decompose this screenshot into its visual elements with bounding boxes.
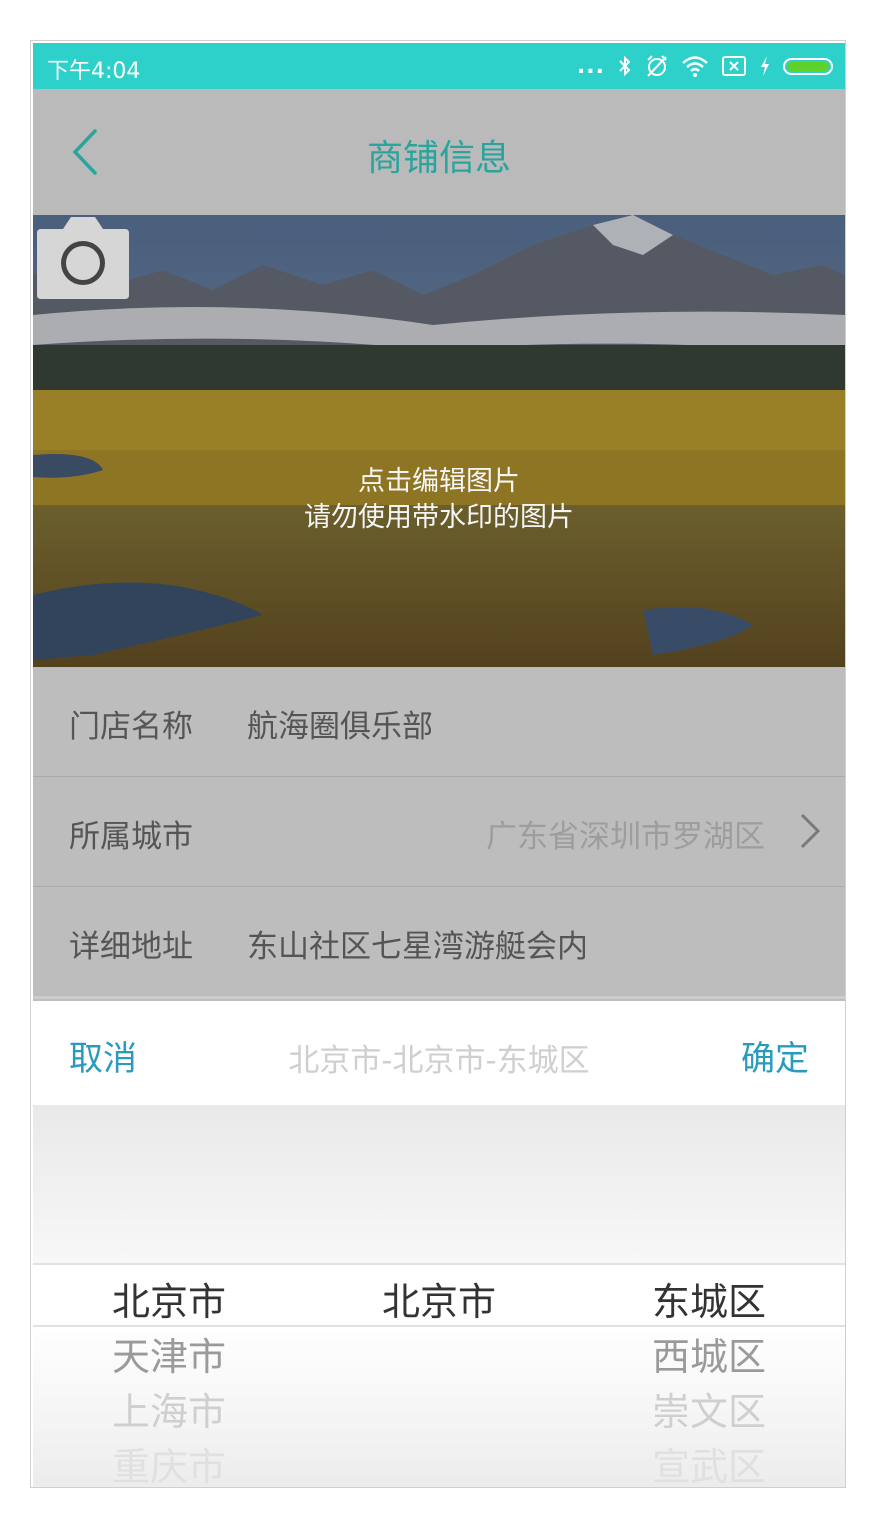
edit-photo-hint: 点击编辑图片 bbox=[358, 466, 520, 497]
province-option[interactable]: 重庆市 bbox=[69, 1436, 269, 1487]
confirm-button[interactable]: 确定 bbox=[741, 1031, 809, 1080]
district-option[interactable]: 东城区 bbox=[609, 1271, 809, 1326]
district-option[interactable]: 西城区 bbox=[609, 1326, 809, 1381]
district-option[interactable]: 崇文区 bbox=[609, 1381, 809, 1436]
city-value: 广东省深圳市罗湖区 bbox=[486, 819, 765, 855]
city-row[interactable]: 所属城市 广东省深圳市罗湖区 bbox=[33, 777, 845, 887]
province-option[interactable]: 北京市 bbox=[69, 1271, 269, 1326]
district-option[interactable]: 宣武区 bbox=[609, 1436, 809, 1487]
district-column[interactable]: 东城区 西城区 崇文区 宣武区 bbox=[609, 1105, 809, 1487]
region-picker-wheel[interactable]: 北京市 天津市 上海市 重庆市 北京市 东城区 西城区 崇文区 宣武区 bbox=[33, 1105, 845, 1487]
store-photo[interactable]: 点击编辑图片 请勿使用带水印的图片 bbox=[33, 215, 845, 667]
nav-bar: 商铺信息 bbox=[33, 89, 845, 215]
status-bar: 下午4:04 ... bbox=[33, 43, 845, 89]
alarm-off-icon bbox=[647, 55, 667, 77]
battery-icon bbox=[783, 57, 833, 75]
page-content-dimmed: 商铺信息 点击编辑图片 请勿使用带水印的图片 门店名称 航海圈俱乐部 所属城市 … bbox=[33, 89, 845, 1001]
province-option[interactable]: 上海市 bbox=[69, 1381, 269, 1436]
address-value: 东山社区七星湾游艇会内 bbox=[247, 929, 588, 965]
city-column[interactable]: 北京市 bbox=[339, 1105, 539, 1487]
province-option[interactable]: 天津市 bbox=[69, 1326, 269, 1381]
address-row[interactable]: 详细地址 东山社区七星湾游艇会内 bbox=[33, 887, 845, 999]
page-title: 商铺信息 bbox=[366, 138, 511, 179]
status-time: 下午4:04 bbox=[47, 59, 141, 84]
charging-icon bbox=[761, 56, 769, 76]
city-option[interactable]: 北京市 bbox=[339, 1271, 539, 1326]
address-label: 详细地址 bbox=[69, 929, 193, 965]
picker-selection-summary: 北京市-北京市-东城区 bbox=[288, 1043, 590, 1079]
province-column[interactable]: 北京市 天津市 上海市 重庆市 bbox=[69, 1105, 269, 1487]
camera-icon[interactable] bbox=[33, 215, 133, 299]
no-sim-icon bbox=[722, 56, 746, 76]
phone-frame: 下午4:04 ... 商铺信息 点击编辑图片 请勿使用带水印的图片 门店名称 航… bbox=[30, 40, 846, 1488]
store-name-value: 航海圈俱乐部 bbox=[247, 709, 433, 745]
store-name-row[interactable]: 门店名称 航海圈俱乐部 bbox=[33, 667, 845, 777]
picker-toolbar: 取消 北京市-北京市-东城区 确定 bbox=[33, 1001, 845, 1105]
more-dots-icon: ... bbox=[576, 53, 605, 79]
city-label: 所属城市 bbox=[69, 819, 193, 855]
watermark-warning: 请勿使用带水印的图片 bbox=[304, 502, 574, 533]
wifi-icon bbox=[682, 56, 708, 77]
store-name-label: 门店名称 bbox=[69, 709, 193, 745]
chevron-right-icon bbox=[800, 813, 821, 849]
landscape-photo bbox=[33, 215, 845, 667]
status-icons: ... bbox=[577, 51, 833, 81]
bluetooth-icon bbox=[619, 55, 631, 77]
